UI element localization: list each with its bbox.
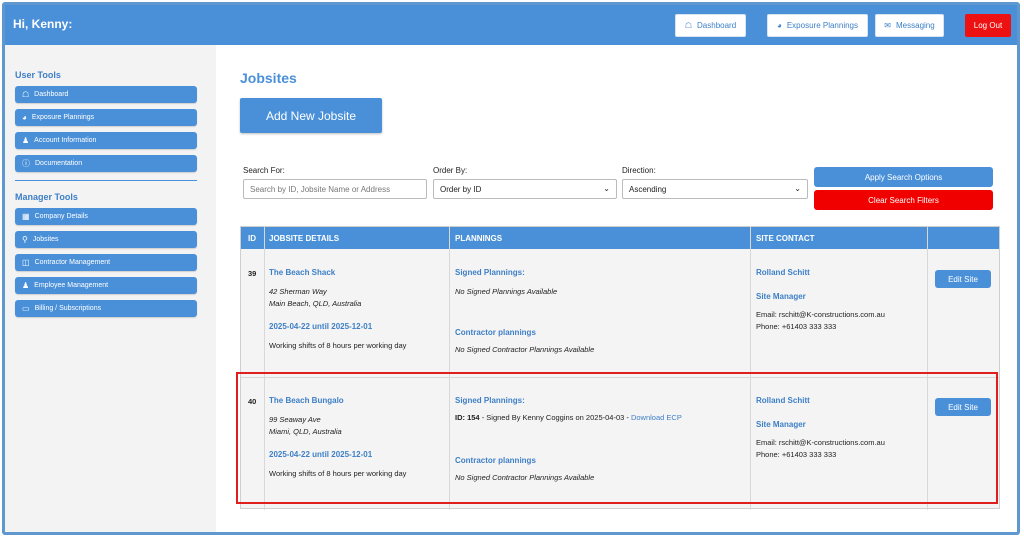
dashboard-icon: ☖ [22,89,30,99]
briefcase-icon: ◫ [22,257,30,267]
building-icon: ▦ [22,211,30,221]
app-frame: Hi, Kenny: ☖ Dashboard ◕ Exposure Planni… [2,2,1020,535]
jobsite-address-line1: 99 Seaway Ave [269,415,321,424]
user-tools-title: User Tools [15,70,61,80]
nav-exposure-plannings-label: Exposure Plannings [786,21,858,30]
chevron-down-icon: ⌄ [603,184,610,193]
manager-tools-title: Manager Tools [15,192,78,202]
download-ecp-link[interactable]: Download ECP [631,413,682,422]
nav-messaging-label: Messaging [896,21,935,30]
jobsite-dates: 2025-04-22 until 2025-12-01 [269,450,373,459]
signed-planning-by: - Signed By Kenny Coggins on 2025-04-03 … [479,413,631,422]
order-by-select[interactable]: Order by ID ⌄ [433,179,617,199]
sidebar-item-employee-management[interactable]: ♟ Employee Management [15,277,197,294]
search-input[interactable]: Search by ID, Jobsite Name or Address [243,179,427,199]
add-jobsite-button[interactable]: Add New Jobsite [240,98,382,133]
table-header: ID JOBSITE DETAILS PLANNINGS SITE CONTAC… [241,227,999,249]
contact-name: Rolland Schitt [756,396,810,405]
page-title: Jobsites [240,70,297,86]
nav-dashboard-button[interactable]: ☖ Dashboard [675,14,746,37]
sidebar: User Tools ☖ Dashboard ◕ Exposure Planni… [5,45,205,532]
edit-site-button[interactable]: Edit Site [935,270,991,288]
contractor-plannings-title: Contractor plannings [455,456,536,465]
gauge-icon: ◕ [22,112,27,122]
jobsite-dates: 2025-04-22 until 2025-12-01 [269,322,373,331]
credit-card-icon: ▭ [22,303,30,313]
logout-button[interactable]: Log Out [965,14,1011,37]
direction-label: Direction: [622,166,656,175]
row-id: 40 [248,397,257,406]
col-site-contact: SITE CONTACT [756,234,815,243]
gauge-icon: ◕ [777,20,782,30]
jobsite-shifts: Working shifts of 8 hours per working da… [269,341,407,350]
user-icon: ♟ [22,135,30,145]
sidebar-item-company-details[interactable]: ▦ Company Details [15,208,197,225]
contact-role: Site Manager [756,292,806,301]
jobsites-table: ID JOBSITE DETAILS PLANNINGS SITE CONTAC… [240,226,1000,510]
contractor-plannings-text: No Signed Contractor Plannings Available [455,473,595,482]
signed-planning-entry: ID: 154 - Signed By Kenny Coggins on 202… [455,413,682,422]
search-label: Search For: [243,166,285,175]
nav-exposure-plannings-button[interactable]: ◕ Exposure Plannings [767,14,868,37]
sidebar-item-label: Jobsites [32,236,59,243]
contact-role: Site Manager [756,420,806,429]
top-bar: Hi, Kenny: ☖ Dashboard ◕ Exposure Planni… [5,5,1017,45]
chevron-down-icon: ⌄ [794,184,801,193]
signed-planning-id: ID: 154 [455,413,480,422]
signed-plannings-title: Signed Plannings: [455,268,525,277]
sidebar-item-label: Company Details [34,213,88,220]
envelope-icon: ✉ [884,20,891,30]
contact-email: Email: rschitt@K-constructions.com.au [756,438,885,447]
signed-plannings-text: No Signed Plannings Available [455,287,558,296]
main-content: Jobsites Add New Jobsite Search For: Sea… [216,45,1017,532]
dashboard-icon: ☖ [684,20,693,30]
contractor-plannings-text: No Signed Contractor Plannings Available [455,345,595,354]
direction-select[interactable]: Ascending ⌄ [622,179,808,199]
jobsite-name[interactable]: The Beach Shack [269,268,335,277]
info-icon: ⓘ [22,158,30,168]
sidebar-item-label: Account Information [34,137,97,144]
contact-phone: Phone: +61403 333 333 [756,322,837,331]
nav-dashboard-label: Dashboard [697,21,737,30]
row-id: 39 [248,269,257,278]
col-plannings: PLANNINGS [455,234,503,243]
edit-site-button[interactable]: Edit Site [935,398,991,416]
clear-filters-button[interactable]: Clear Search Filters [814,190,993,210]
contractor-plannings-title: Contractor plannings [455,328,536,337]
sidebar-item-jobsites[interactable]: ⚲ Jobsites [15,231,197,248]
jobsite-address-line1: 42 Sherman Way [269,287,327,296]
contact-email: Email: rschitt@K-constructions.com.au [756,310,885,319]
apply-search-button[interactable]: Apply Search Options [814,167,993,187]
col-jobsite-details: JOBSITE DETAILS [269,234,340,243]
nav-messaging-button[interactable]: ✉ Messaging [875,14,944,37]
sidebar-item-label: Employee Management [34,282,109,289]
sidebar-item-label: Dashboard [34,91,69,98]
sidebar-item-exposure-plannings[interactable]: ◕ Exposure Plannings [15,109,197,126]
jobsite-name[interactable]: The Beach Bungalo [269,396,344,405]
col-id: ID [248,234,256,243]
greeting: Hi, Kenny: [13,17,73,31]
sidebar-item-label: Billing / Subscriptions [34,305,102,312]
sidebar-item-label: Contractor Management [34,259,111,266]
sidebar-item-label: Documentation [35,160,83,167]
sidebar-item-billing-subscriptions[interactable]: ▭ Billing / Subscriptions [15,300,197,317]
sidebar-item-account-information[interactable]: ♟ Account Information [15,132,197,149]
jobsite-shifts: Working shifts of 8 hours per working da… [269,469,407,478]
sidebar-item-label: Exposure Plannings [31,114,95,121]
signed-plannings-title: Signed Plannings: [455,396,525,405]
sidebar-item-dashboard[interactable]: ☖ Dashboard [15,86,197,103]
jobsite-address-line2: Main Beach, QLD, Australia [269,299,362,308]
order-by-label: Order By: [433,166,468,175]
sidebar-divider [15,180,197,181]
sidebar-item-documentation[interactable]: ⓘ Documentation [15,155,197,172]
direction-value: Ascending [629,184,667,194]
users-icon: ♟ [22,280,30,290]
sidebar-item-contractor-management[interactable]: ◫ Contractor Management [15,254,197,271]
jobsite-address-line2: Miami, QLD, Australia [269,427,342,436]
contact-phone: Phone: +61403 333 333 [756,450,837,459]
order-by-value: Order by ID [440,184,482,194]
contact-name: Rolland Schitt [756,268,810,277]
map-marker-icon: ⚲ [22,234,28,244]
